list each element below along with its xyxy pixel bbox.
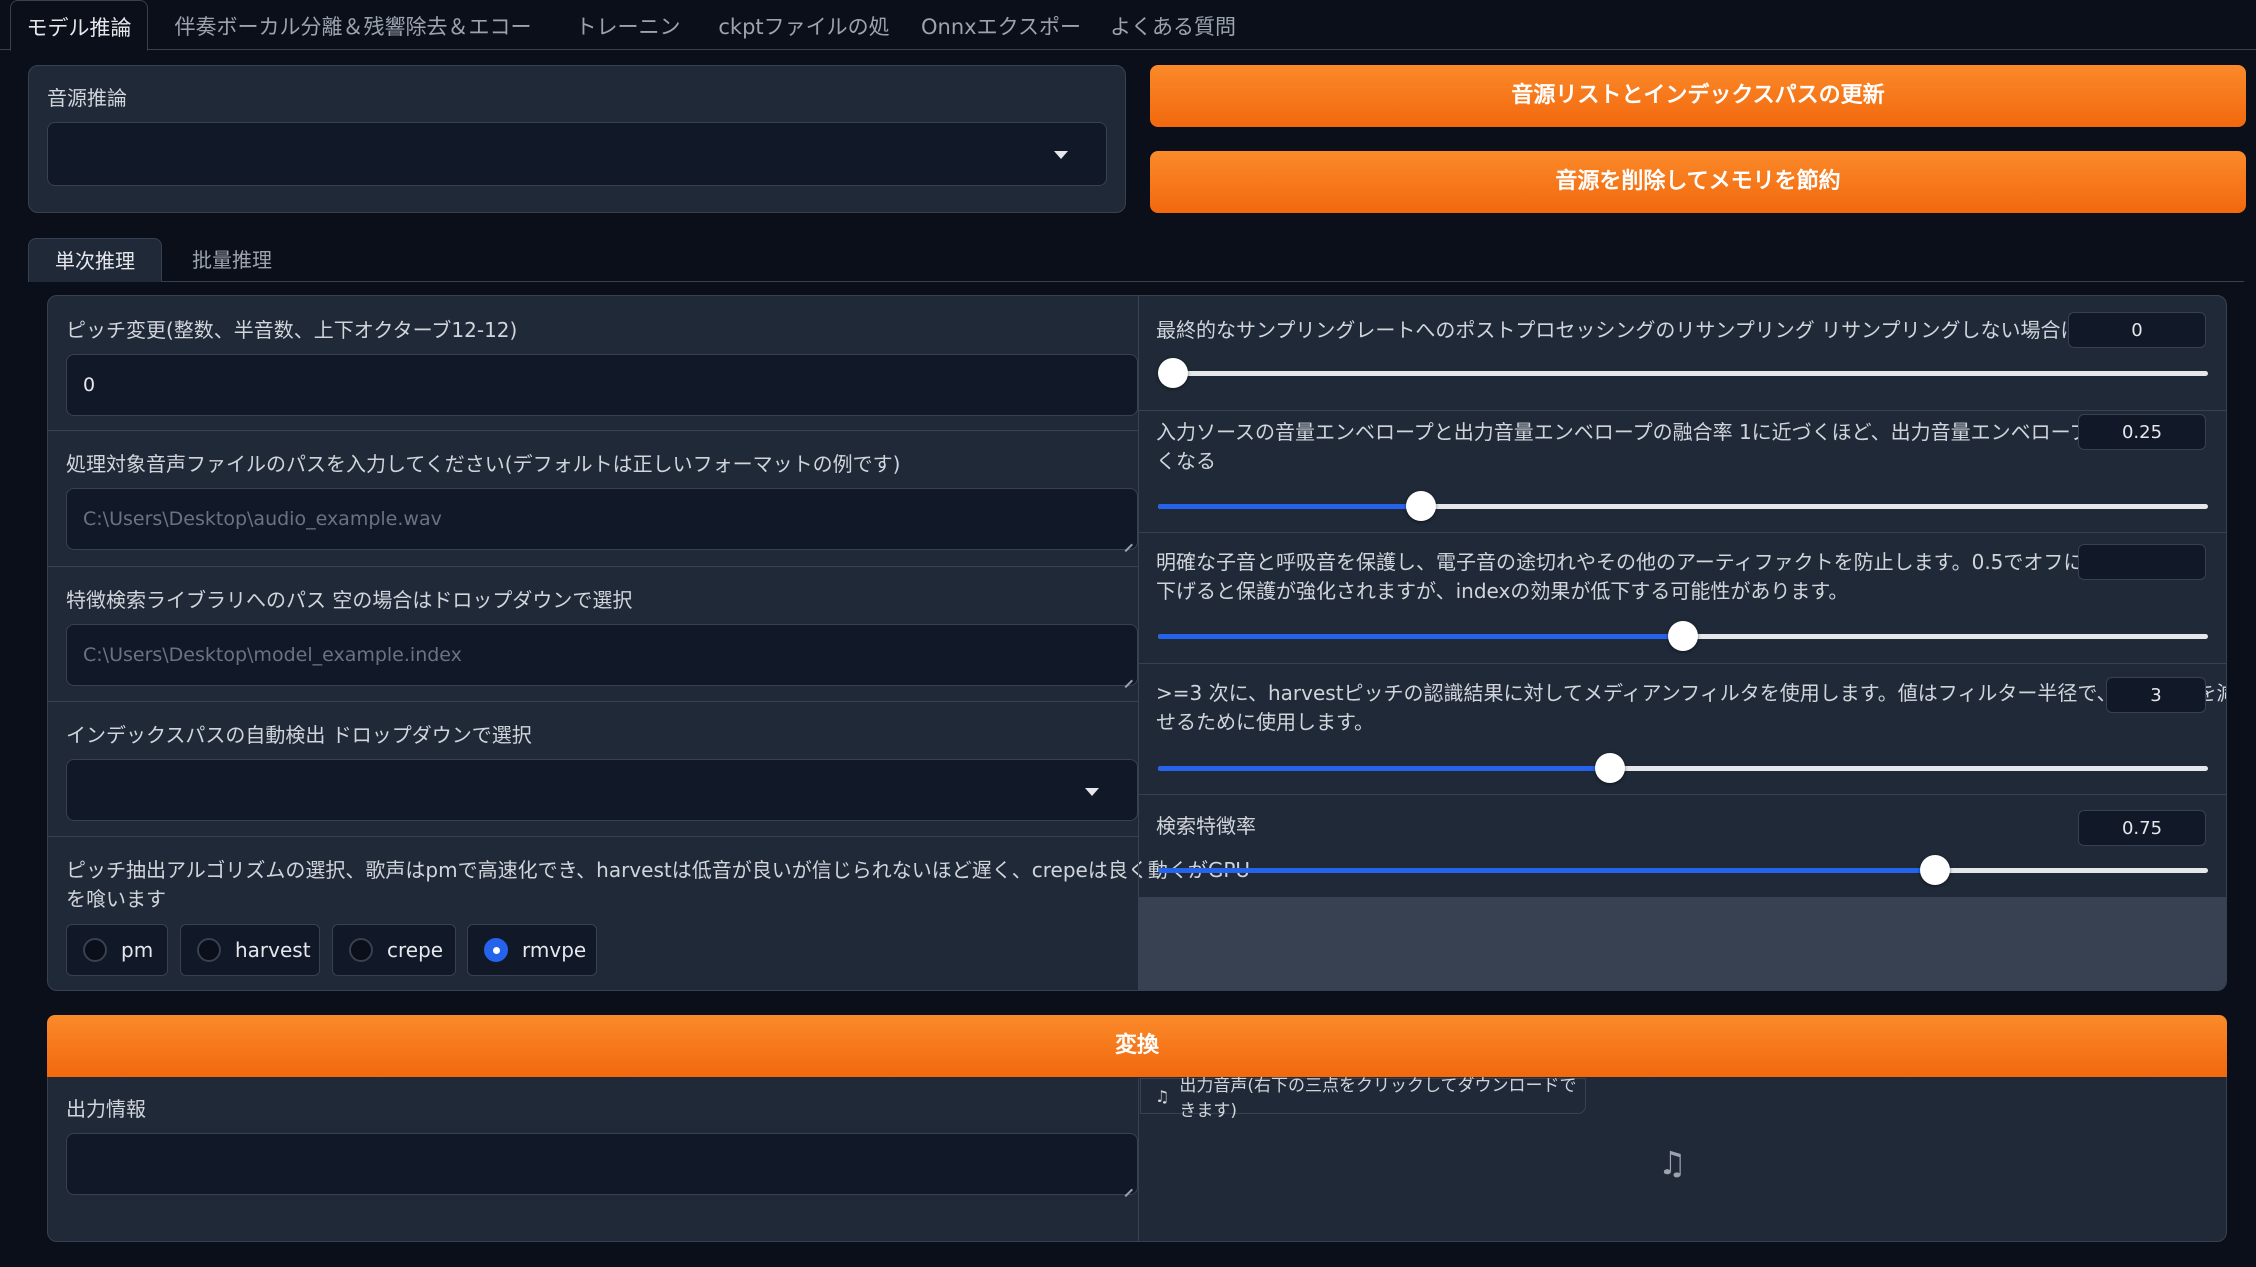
top-tab-bar: モデル推論 伴奏ボーカル分離＆残響除去＆エコー除去 トレーニング ckptファイ… — [0, 0, 2256, 93]
filter-radius-slider-fill — [1158, 766, 1610, 771]
tab-ckpt-processing[interactable]: ckptファイルの処理 — [716, 0, 892, 93]
audio-path-input[interactable]: C:\Users\Desktop\audio_example.wav — [66, 488, 1138, 550]
radio-icon — [197, 938, 221, 962]
radio-icon — [484, 938, 508, 962]
output-audio-header: ♫ 出力音声(右下の三点をクリックしてダウンロードできます) — [1140, 1076, 1586, 1121]
index-rate-number-input[interactable]: 0.75 — [2078, 810, 2206, 846]
divider — [48, 836, 1138, 837]
output-info-textbox[interactable] — [66, 1133, 1138, 1195]
divider — [48, 430, 1138, 431]
f0-option-label: harvest — [235, 938, 311, 962]
voice-label: 音源推論 — [47, 86, 127, 110]
column-divider — [1138, 1078, 1139, 1241]
tab-faq[interactable]: よくある質問 — [1108, 0, 1238, 50]
output-info-label: 出力情報 — [66, 1097, 146, 1121]
divider — [1139, 532, 2226, 533]
tab-batch-inference[interactable]: 批量推理 — [172, 238, 292, 282]
index-path-label: 特徴検索ライブラリへのパス 空の場合はドロップダウンで選択 — [66, 588, 633, 612]
protect-slider-thumb[interactable] — [1668, 621, 1698, 651]
voice-selector-block: 音源推論 — [28, 65, 1126, 213]
tab-onnx-export[interactable]: Onnxエクスポート — [920, 0, 1082, 93]
f0-method-label: ピッチ抽出アルゴリズムの選択、歌声はpmで高速化でき、harvestは低音が良い… — [66, 858, 1251, 882]
music-note-icon: ♫ — [1658, 1144, 1687, 1182]
divider — [1139, 663, 2226, 664]
audio-path-placeholder: C:\Users\Desktop\audio_example.wav — [83, 508, 442, 530]
rms-mix-slider[interactable] — [1158, 491, 2208, 521]
resample-number-input[interactable]: 0 — [2068, 312, 2206, 348]
index-rate-slider-thumb[interactable] — [1920, 855, 1950, 885]
filter-radius-label-line2: せるために使用します。 — [1156, 710, 1374, 734]
settings-panel: ピッチ変更(整数、半音数、上下オクターブ12-12) 0 処理対象音声ファイルの… — [47, 295, 2227, 991]
rms-mix-label: 入力ソースの音量エンベロープと出力音量エンベロープの融合率 1に近づくほど、出力… — [1156, 420, 2190, 444]
f0-option-harvest[interactable]: harvest — [180, 924, 320, 976]
unload-voice-button[interactable]: 音源を削除してメモリを節約 — [1150, 151, 2246, 213]
f0-option-label: rmvpe — [522, 938, 587, 962]
resize-handle-icon[interactable] — [1123, 671, 1133, 681]
divider — [1139, 794, 2226, 795]
radio-icon — [349, 938, 373, 962]
resample-label: 最終的なサンプリングレートへのポストプロセッシングのリサンプリング リサンプリン… — [1156, 318, 2094, 342]
filter-radius-label: >=3 次に、harvestピッチの認識結果に対してメディアンフィルタを使用しま… — [1156, 681, 2227, 705]
index-auto-label: インデックスパスの自動検出 ドロップダウンで選択 — [66, 723, 532, 747]
protect-label: 明確な子音と呼吸音を保護し、電子音の途切れやその他のアーティファクトを防止します… — [1156, 550, 2182, 574]
resample-slider[interactable] — [1158, 358, 2208, 388]
column-divider — [1138, 296, 1139, 990]
pitch-value: 0 — [83, 374, 96, 396]
chevron-down-icon — [1054, 151, 1068, 159]
tab-vocal-separation[interactable]: 伴奏ボーカル分離＆残響除去＆エコー除去 — [168, 0, 538, 93]
rms-mix-label-line2: くなる — [1156, 449, 1216, 473]
index-path-input[interactable]: C:\Users\Desktop\model_example.index — [66, 624, 1138, 686]
resample-slider-thumb[interactable] — [1158, 358, 1188, 388]
empty-area — [1139, 897, 2226, 990]
radio-icon — [83, 938, 107, 962]
output-audio-label: 出力音声(右下の三点をクリックしてダウンロードできます) — [1179, 1076, 1577, 1121]
f0-option-rmvpe[interactable]: rmvpe — [467, 924, 597, 976]
inner-tab-divider — [28, 281, 2244, 282]
rms-mix-slider-fill — [1158, 504, 1421, 509]
pitch-label: ピッチ変更(整数、半音数、上下オクターブ12-12) — [66, 318, 518, 342]
index-path-placeholder: C:\Users\Desktop\model_example.index — [83, 644, 462, 666]
tab-training[interactable]: トレーニング — [568, 0, 688, 93]
index-rate-slider-fill — [1158, 868, 1935, 873]
f0-method-label-line2: を喰います — [66, 887, 166, 911]
refresh-voice-list-button[interactable]: 音源リストとインデックスパスの更新 — [1150, 65, 2246, 127]
protect-slider-fill — [1158, 634, 1683, 639]
resize-handle-icon[interactable] — [1123, 1180, 1133, 1190]
convert-button[interactable]: 変換 — [47, 1015, 2227, 1077]
protect-label-line2: 下げると保護が強化されますが、indexの効果が低下する可能性があります。 — [1156, 579, 1849, 603]
rms-mix-number-input[interactable]: 0.25 — [2078, 414, 2206, 450]
index-rate-label: 検索特徴率 — [1156, 814, 1256, 838]
chevron-down-icon — [1085, 788, 1099, 796]
divider — [48, 566, 1138, 567]
filter-radius-slider[interactable] — [1158, 753, 2208, 783]
f0-option-crepe[interactable]: crepe — [332, 924, 456, 976]
protect-slider[interactable] — [1158, 621, 2208, 651]
music-note-icon: ♫ — [1155, 1086, 1170, 1106]
rms-mix-slider-thumb[interactable] — [1405, 491, 1436, 521]
audio-path-label: 処理対象音声ファイルのパスを入力してください(デフォルトは正しいフォーマットの例… — [66, 452, 901, 476]
tab-single-inference[interactable]: 単次推理 — [28, 238, 162, 282]
voice-dropdown[interactable] — [47, 122, 1107, 186]
divider — [1139, 410, 2226, 411]
f0-option-label: pm — [121, 938, 154, 962]
divider — [48, 701, 1138, 702]
filter-radius-number-input[interactable]: 3 — [2106, 677, 2206, 713]
tab-model-inference[interactable]: モデル推論 — [10, 0, 148, 51]
filter-radius-slider-thumb[interactable] — [1594, 753, 1625, 783]
index-auto-dropdown[interactable] — [66, 759, 1138, 821]
f0-option-label: crepe — [387, 938, 444, 962]
f0-option-pm[interactable]: pm — [66, 924, 168, 976]
protect-number-input[interactable] — [2078, 544, 2206, 580]
pitch-input[interactable]: 0 — [66, 354, 1138, 416]
index-rate-slider[interactable] — [1158, 855, 2208, 885]
resize-handle-icon[interactable] — [1123, 535, 1133, 545]
